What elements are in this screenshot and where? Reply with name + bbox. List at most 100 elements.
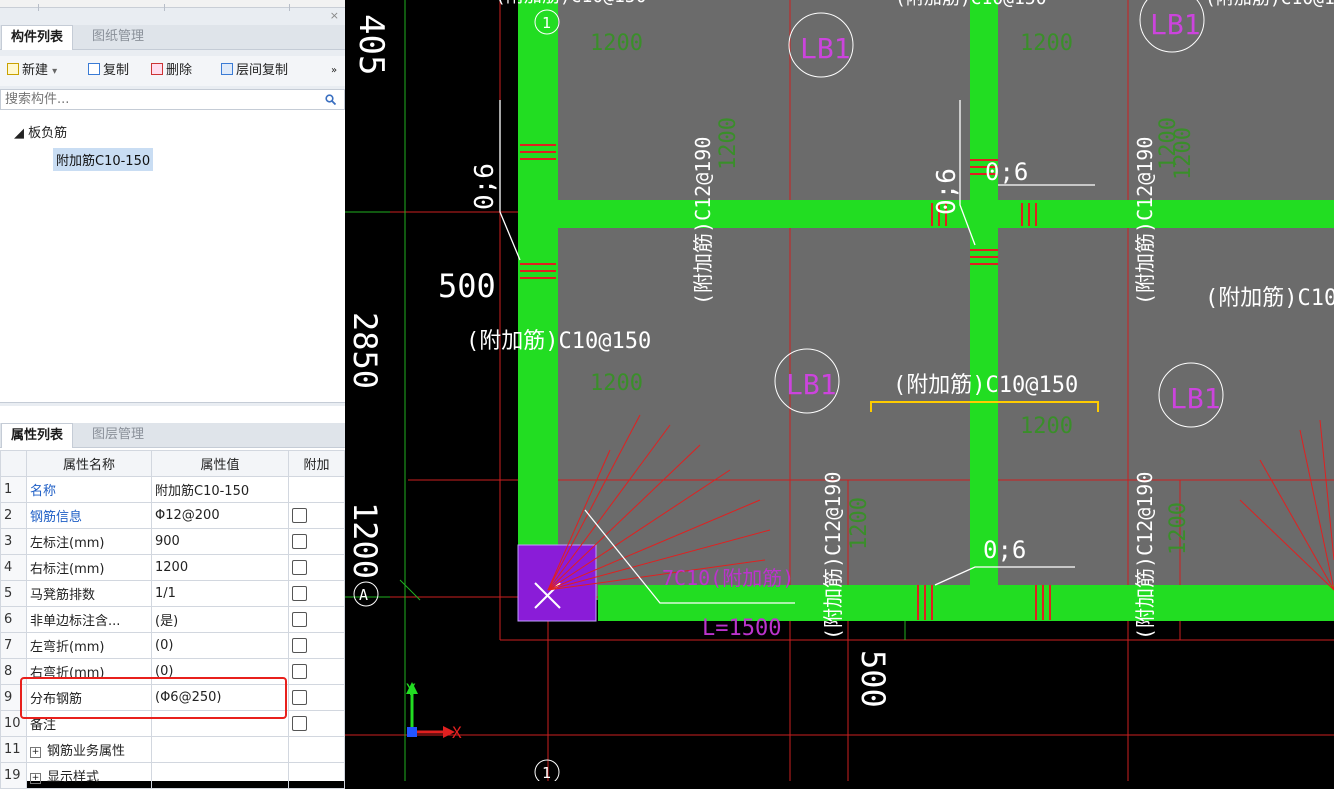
component-tree: ◢ 板负筋 附加筋C10-150 xyxy=(0,110,345,403)
row-index: 1 xyxy=(0,476,27,503)
property-name: 左弯折(mm) xyxy=(26,632,152,659)
new-file-icon xyxy=(7,63,19,75)
additional-checkbox[interactable] xyxy=(292,612,307,627)
rebar-label: (附加筋)C10@150 xyxy=(893,373,1078,398)
property-row[interactable]: 9 分布钢筋 (Φ6@250) xyxy=(0,684,345,711)
left-panel: × 构件列表 图纸管理 新建 ▾ 复制 删除 层间复制 » ◢ 板负筋 附加筋C… xyxy=(0,0,412,789)
property-row[interactable]: 1 名称 附加筋C10-150 xyxy=(0,476,345,503)
property-name-text: 左标注(mm) xyxy=(30,536,105,551)
additional-checkbox[interactable] xyxy=(292,508,307,523)
component-toolbar: 新建 ▾ 复制 删除 层间复制 » xyxy=(0,56,345,86)
tab-layer-management[interactable]: 图层管理 xyxy=(83,423,153,447)
expand-icon[interactable]: + xyxy=(30,773,41,784)
property-value[interactable] xyxy=(151,710,289,737)
property-row[interactable]: 2 钢筋信息 Φ12@200 xyxy=(0,502,345,529)
property-name: + 显示样式 xyxy=(26,762,152,789)
property-value[interactable]: (是) xyxy=(151,606,289,633)
property-name: 右标注(mm) xyxy=(26,554,152,581)
header-property-name: 属性名称 xyxy=(26,450,152,477)
additional-cell xyxy=(288,632,345,659)
search-input[interactable] xyxy=(1,90,309,109)
dim-label: 405 xyxy=(351,14,391,75)
additional-cell xyxy=(288,528,345,555)
close-icon[interactable]: × xyxy=(330,9,339,22)
additional-checkbox[interactable] xyxy=(292,586,307,601)
delete-label: 删除 xyxy=(166,63,193,78)
top-tab[interactable] xyxy=(165,4,290,11)
green-dim-label: 1200 xyxy=(590,371,643,396)
top-tab[interactable] xyxy=(0,4,39,11)
additional-cell xyxy=(288,554,345,581)
new-label: 新建 xyxy=(22,63,49,78)
property-name-text: 钢筋信息 xyxy=(30,510,83,525)
axis-label-1: 1 xyxy=(542,764,551,781)
row-index: 11 xyxy=(0,736,27,763)
rebar-label: (附加筋)C12@190 xyxy=(821,472,845,640)
additional-checkbox[interactable] xyxy=(292,534,307,549)
property-value[interactable]: 附加筋C10-150 xyxy=(151,476,289,503)
spacing-mark: 0;6 xyxy=(932,168,962,215)
new-button[interactable]: 新建 ▾ xyxy=(7,62,57,80)
header-additional: 附加 xyxy=(288,450,345,477)
additional-cell xyxy=(288,476,345,503)
property-value[interactable]: (0) xyxy=(151,658,289,685)
property-value[interactable]: Φ12@200 xyxy=(151,502,289,529)
column xyxy=(517,544,597,622)
property-value[interactable]: (Φ6@250) xyxy=(151,684,289,711)
tab-drawing-management[interactable]: 图纸管理 xyxy=(83,25,153,49)
green-dim-label: 1200 xyxy=(1020,31,1073,56)
search-box xyxy=(0,89,345,110)
chevron-down-icon[interactable]: ▾ xyxy=(52,66,57,77)
delete-button[interactable]: 删除 xyxy=(151,62,192,80)
rebar-label: (附加筋)C10@150 xyxy=(1205,0,1334,9)
additional-checkbox[interactable] xyxy=(292,560,307,575)
additional-checkbox[interactable] xyxy=(292,690,307,705)
tree-node-slab-negative-rebar[interactable]: ◢ 板负筋 xyxy=(14,122,67,141)
property-name: 分布钢筋 xyxy=(26,684,152,711)
property-row[interactable]: 6 非单边标注含... (是) xyxy=(0,606,345,633)
property-row[interactable]: 11 + 钢筋业务属性 xyxy=(0,736,345,763)
property-row[interactable]: 5 马凳筋排数 1/1 xyxy=(0,580,345,607)
tab-component-list[interactable]: 构件列表 xyxy=(1,25,74,50)
property-row[interactable]: 3 左标注(mm) 900 xyxy=(0,528,345,555)
property-name-text: 左弯折(mm) xyxy=(30,640,105,655)
additional-cell xyxy=(288,762,345,789)
property-name: 钢筋信息 xyxy=(26,502,152,529)
top-tab[interactable] xyxy=(39,4,165,11)
row-index: 5 xyxy=(0,580,27,607)
property-name-text: 分布钢筋 xyxy=(30,692,83,707)
slab-label: LB1 xyxy=(1170,382,1221,415)
search-icon[interactable] xyxy=(325,94,336,105)
property-value[interactable] xyxy=(151,762,289,789)
floor-copy-button[interactable]: 层间复制 xyxy=(221,62,288,80)
property-name: 左标注(mm) xyxy=(26,528,152,555)
tree-node-additional-rebar[interactable]: 附加筋C10-150 xyxy=(53,148,154,171)
expand-icon[interactable]: + xyxy=(30,747,41,758)
rebar-label: (附加筋)C12@190 xyxy=(1133,137,1157,305)
additional-checkbox[interactable] xyxy=(292,664,307,679)
tab-property-list[interactable]: 属性列表 xyxy=(1,423,74,448)
property-name: 马凳筋排数 xyxy=(26,580,152,607)
additional-checkbox[interactable] xyxy=(292,638,307,653)
property-value[interactable] xyxy=(151,736,289,763)
property-value[interactable]: 900 xyxy=(151,528,289,555)
rebar-label: (附加筋)C10@150 xyxy=(895,0,1047,9)
property-table: 属性名称 属性值 附加 1 名称 附加筋C10-150 2 钢筋信息 Φ12@200 3 左标… xyxy=(0,450,345,789)
property-value[interactable]: 1/1 xyxy=(151,580,289,607)
property-row[interactable]: 8 右弯折(mm) (0) xyxy=(0,658,345,685)
dim-label: 500 xyxy=(438,267,496,305)
property-row[interactable]: 7 左弯折(mm) (0) xyxy=(0,632,345,659)
property-value[interactable]: 1200 xyxy=(151,554,289,581)
more-icon[interactable]: » xyxy=(331,62,337,80)
property-row[interactable]: 10 备注 xyxy=(0,710,345,737)
property-value[interactable]: (0) xyxy=(151,632,289,659)
additional-checkbox[interactable] xyxy=(292,716,307,731)
property-row[interactable]: 19 + 显示样式 xyxy=(0,762,345,789)
copy-button[interactable]: 复制 xyxy=(88,62,129,80)
row-index: 7 xyxy=(0,632,27,659)
property-row[interactable]: 4 右标注(mm) 1200 xyxy=(0,554,345,581)
slab-label: LB1 xyxy=(800,32,851,65)
header-property-value: 属性值 xyxy=(151,450,289,477)
cad-drawing-canvas[interactable]: 405 500 2850 1200 500 A 1 1 LB1 LB1 LB1 LB1 (附加筋)C10… xyxy=(345,0,1334,781)
green-dim-label: 1200 xyxy=(1171,127,1196,180)
